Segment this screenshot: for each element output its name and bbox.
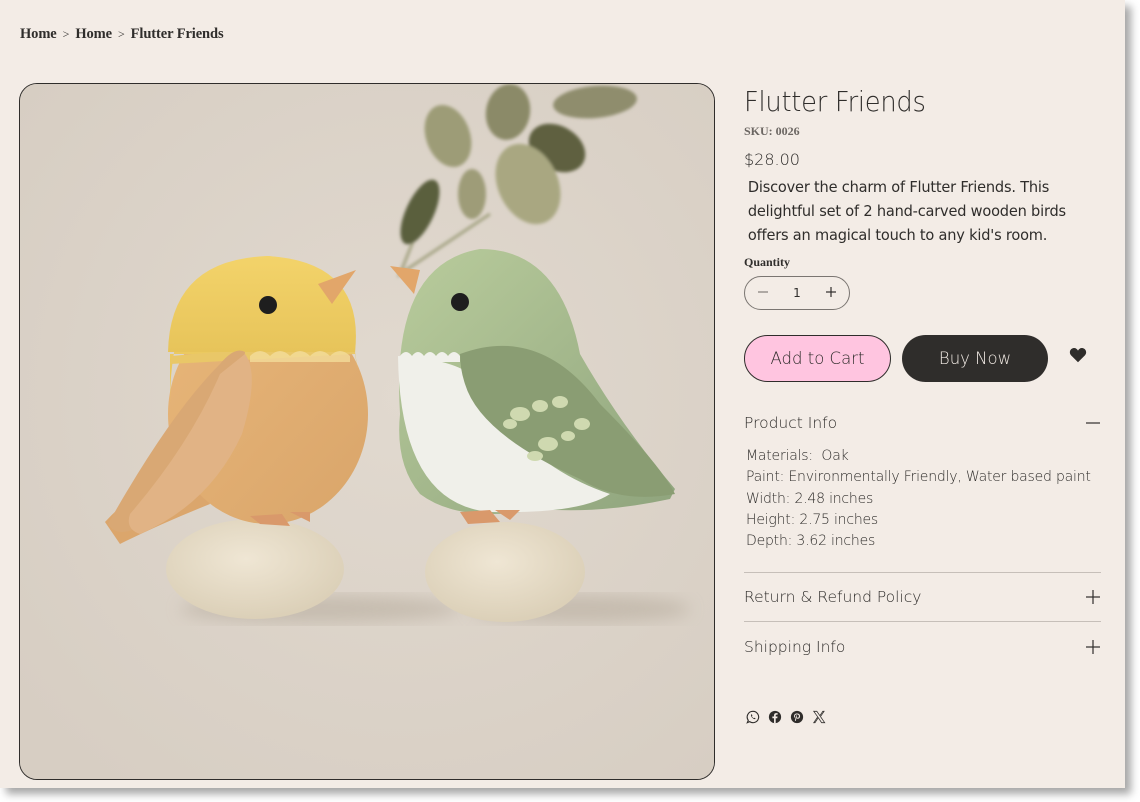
spec-height: Height: 2.75 inches bbox=[746, 511, 879, 528]
buy-now-button[interactable]: Buy Now bbox=[902, 335, 1048, 382]
purchase-actions: Add to Cart Buy Now bbox=[744, 335, 1101, 382]
wood-base-left bbox=[166, 519, 344, 619]
add-to-cart-button[interactable]: Add to Cart bbox=[744, 335, 891, 382]
product-price: $28.00 bbox=[744, 150, 800, 169]
breadcrumb-home-1[interactable]: Home bbox=[20, 26, 57, 43]
spec-depth: Depth: 3.62 inches bbox=[746, 533, 876, 550]
share-bar bbox=[744, 710, 1101, 725]
accordion-return-policy: Return & Refund Policy bbox=[744, 572, 1101, 621]
breadcrumb-home-2[interactable]: Home bbox=[75, 26, 112, 43]
product-info-panel: Flutter Friends SKU: 0026 $28.00 Discove… bbox=[744, 83, 1101, 725]
product-title: Flutter Friends bbox=[744, 85, 926, 118]
spec-paint: Paint: Environmentally Friendly, Water b… bbox=[746, 469, 1091, 486]
plus-icon[interactable] bbox=[1085, 639, 1101, 655]
quantity-input[interactable]: 1 bbox=[793, 286, 801, 300]
breadcrumb-current: Flutter Friends bbox=[130, 26, 224, 42]
accordion-product-info: Product Info Materials: Oak Paint: Envir… bbox=[744, 414, 1101, 552]
minus-icon bbox=[758, 291, 768, 293]
quantity-label: Quantity bbox=[744, 255, 791, 269]
accordion-shipping-info: Shipping Info bbox=[744, 621, 1101, 672]
wood-base-right bbox=[425, 522, 585, 622]
accordion-shipping-info-header[interactable]: Shipping Info bbox=[744, 622, 1101, 672]
minus-icon[interactable] bbox=[1085, 415, 1101, 431]
pinterest-icon[interactable] bbox=[790, 710, 804, 724]
breadcrumb-separator: > bbox=[62, 27, 70, 41]
spec-width: Width: 2.48 inches bbox=[746, 490, 874, 507]
heart-icon[interactable] bbox=[1069, 347, 1087, 363]
product-image[interactable] bbox=[19, 83, 715, 780]
accordion-title: Product Info bbox=[744, 414, 838, 432]
quantity-decrement-button[interactable] bbox=[755, 284, 771, 302]
product-sku: SKU: 0026 bbox=[744, 124, 800, 138]
quantity-increment-button[interactable] bbox=[823, 284, 839, 302]
x-icon[interactable] bbox=[812, 710, 826, 724]
breadcrumb-separator: > bbox=[117, 27, 125, 41]
accordion-product-info-body: Materials: Oak Paint: Environmentally Fr… bbox=[744, 446, 1101, 552]
product-image-illustration bbox=[20, 84, 714, 779]
spec-materials: Materials: Oak bbox=[746, 448, 849, 464]
facebook-icon[interactable] bbox=[768, 710, 782, 724]
plus-icon bbox=[825, 287, 836, 297]
accordion-return-policy-header[interactable]: Return & Refund Policy bbox=[744, 573, 1101, 621]
whatsapp-icon[interactable] bbox=[746, 710, 760, 725]
accordion-product-info-header[interactable]: Product Info bbox=[744, 414, 1101, 432]
breadcrumb: Home > Home > Flutter Friends bbox=[20, 26, 224, 43]
plus-icon[interactable] bbox=[1085, 589, 1101, 605]
accordion-title: Shipping Info bbox=[744, 638, 846, 657]
quantity-stepper: 1 bbox=[744, 276, 850, 310]
product-page: Home > Home > Flutter Friends Flutter Fr… bbox=[0, 0, 1125, 788]
product-description: Discover the charm of Flutter Friends. T… bbox=[747, 178, 1066, 244]
accordion-title: Return & Refund Policy bbox=[744, 588, 922, 607]
